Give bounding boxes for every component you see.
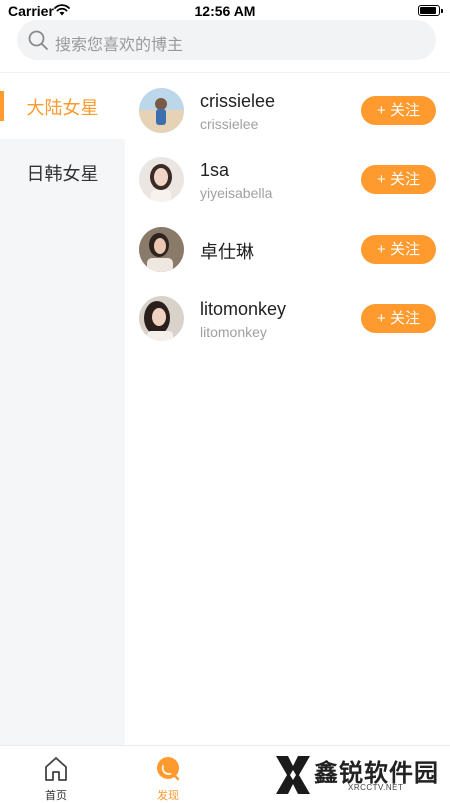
follow-button[interactable]: + 关注: [361, 96, 436, 125]
tab-home[interactable]: 首页: [26, 752, 86, 802]
search-placeholder: 搜索您喜欢的博主: [55, 37, 184, 54]
search-input[interactable]: 搜索您喜欢的博主: [17, 20, 436, 60]
list-item[interactable]: 卓仕琳 + 关注: [125, 227, 450, 287]
discover-icon: [156, 756, 182, 787]
tab-discover[interactable]: 发现: [138, 752, 198, 802]
user-handle: crissielee: [200, 116, 259, 132]
sidebar-item-japan-korea-actresses[interactable]: 日韩女星: [0, 139, 125, 205]
user-name: 1sa: [200, 160, 230, 180]
user-handle: litomonkey: [200, 324, 267, 340]
list-item[interactable]: crissielee crissielee + 关注: [125, 88, 450, 148]
watermark-logo: 鑫锐软件园 XRCCTV.NET: [270, 752, 440, 797]
sidebar-item-mainland-actresses[interactable]: 大陆女星: [0, 73, 125, 139]
follow-button[interactable]: + 关注: [361, 165, 436, 194]
avatar[interactable]: [139, 157, 184, 202]
avatar[interactable]: [139, 88, 184, 133]
avatar[interactable]: [139, 227, 184, 272]
tab-label: 首页: [45, 790, 67, 802]
user-name: litomonkey: [200, 299, 287, 319]
watermark-x-icon: [274, 754, 312, 801]
watermark-subtitle: XRCCTV.NET: [348, 783, 404, 792]
list-item[interactable]: 1sa yiyeisabella + 关注: [125, 157, 450, 217]
follow-button[interactable]: + 关注: [361, 235, 436, 264]
follow-button[interactable]: + 关注: [361, 304, 436, 333]
tab-label: 发现: [157, 790, 179, 802]
user-name: 卓仕琳: [200, 242, 254, 262]
status-bar: Carrier 12:56 AM: [0, 0, 450, 22]
category-sidebar: 大陆女星 日韩女星: [0, 73, 125, 745]
home-icon: [44, 756, 68, 787]
sidebar-item-label: 日韩女星: [26, 164, 99, 184]
user-name: crissielee: [200, 91, 276, 111]
clock: 12:56 AM: [194, 3, 256, 19]
user-handle: yiyeisabella: [200, 185, 273, 201]
avatar[interactable]: [139, 296, 184, 341]
search-icon: [27, 29, 49, 56]
sidebar-item-label: 大陆女星: [26, 98, 99, 118]
list-item[interactable]: litomonkey litomonkey + 关注: [125, 296, 450, 356]
battery-icon: [418, 5, 443, 16]
